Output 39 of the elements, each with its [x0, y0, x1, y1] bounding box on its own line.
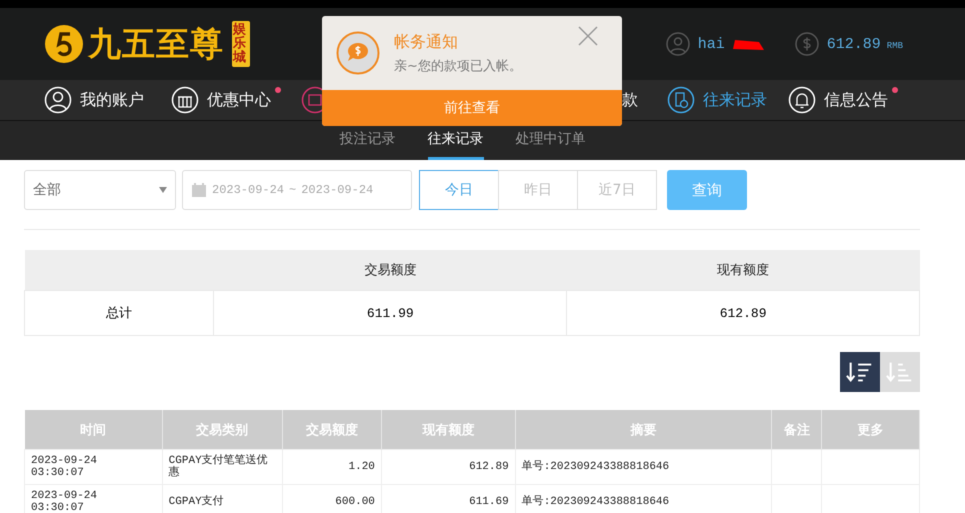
summary-cell: 总计: [24, 290, 214, 336]
nav-item[interactable]: 优惠中心: [171, 85, 271, 115]
date-range-button[interactable]: 今日: [419, 170, 499, 210]
nav-item[interactable]: 款: [622, 85, 638, 115]
logo-text: 九五至尊: [88, 22, 224, 64]
money-chat-icon: [336, 31, 380, 75]
summary-cell: 611.99: [214, 290, 567, 336]
summary-cell: 612.89: [566, 290, 920, 336]
record-icon: [667, 86, 695, 114]
logo-badge: 娱乐城: [232, 20, 250, 68]
sort-descending-icon: [846, 360, 874, 384]
balance: 612.89 RMB: [826, 36, 903, 52]
caret-icon: [159, 187, 167, 193]
nav-item[interactable]: 我的账户: [44, 85, 144, 115]
user-icon: [666, 32, 690, 56]
bell-icon: [788, 86, 816, 114]
summary-header: 交易额度: [214, 250, 567, 290]
table-cell: 单号:202309243388818646: [515, 450, 772, 484]
nav-item[interactable]: 往来记录: [667, 85, 767, 115]
table-cell: 1.20: [282, 450, 382, 484]
logo-icon: [44, 24, 84, 64]
table-cell: 2023-09-24 03:30:07: [24, 484, 162, 513]
sort-button[interactable]: [840, 352, 880, 392]
user-icon: [44, 86, 72, 114]
table-cell: 2023-09-24 03:30:07: [24, 450, 162, 484]
redaction-mark: [732, 37, 765, 51]
gift-icon: [171, 86, 199, 114]
notification-message: 亲~您的款项已入帐。: [394, 58, 522, 74]
nav-item[interactable]: 信息公告: [788, 85, 888, 115]
username[interactable]: hai: [698, 36, 725, 52]
dollar-icon: [794, 32, 819, 56]
type-select[interactable]: 全部: [24, 170, 176, 210]
table-cell: [772, 450, 822, 484]
summary-header: 现有额度: [566, 250, 920, 290]
table-cell: CGPAY支付笔笔送优惠: [162, 450, 282, 484]
table-cell: 612.89: [381, 450, 516, 484]
notification-title: 帐务通知: [394, 32, 459, 52]
calendar-icon: [191, 182, 207, 198]
sort-ascending-icon: [886, 360, 914, 384]
